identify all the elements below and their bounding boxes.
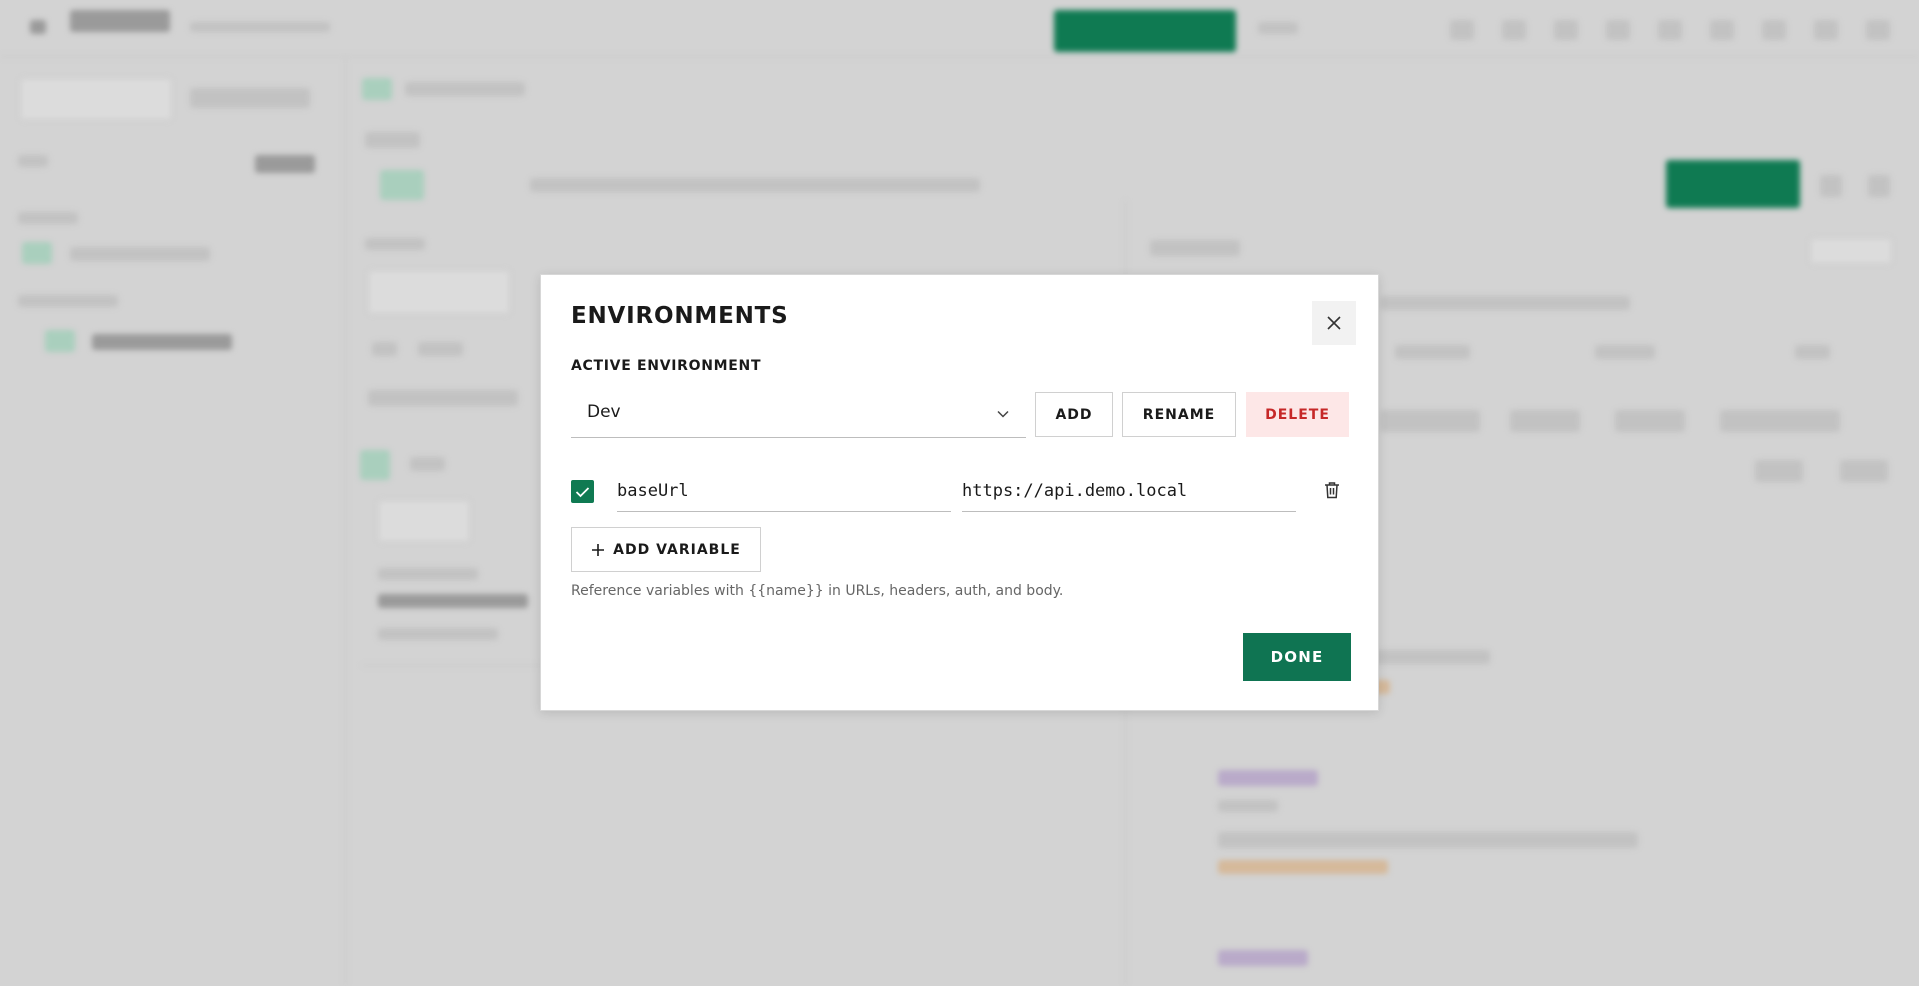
bg-toolbar-icon <box>1554 20 1578 40</box>
bg-label <box>18 295 118 307</box>
bg-badge <box>1810 238 1892 264</box>
bg-toolbar-icon <box>1606 20 1630 40</box>
bg-label <box>1258 22 1298 34</box>
bg-button <box>378 500 470 542</box>
bg-request-title <box>405 82 525 96</box>
bg-sidebar-tab <box>20 78 172 120</box>
bg-label <box>365 132 420 148</box>
bg-badge <box>22 242 52 264</box>
bg-header-divider <box>0 56 1919 57</box>
delete-variable-button[interactable] <box>1317 474 1347 506</box>
bg-item <box>70 247 210 261</box>
check-icon <box>575 486 590 497</box>
bg-sidebar-divider <box>345 56 346 986</box>
bg-toolbar-icon <box>1658 20 1682 40</box>
bg-toolbar-icon <box>1762 20 1786 40</box>
bg-label <box>418 342 463 356</box>
bg-sidebar-tab <box>190 88 310 108</box>
bg-checkbox <box>360 450 390 480</box>
bg-label <box>378 628 498 640</box>
bg-code-line <box>1218 770 1318 786</box>
selected-environment: Dev <box>587 402 621 422</box>
bg-code-line <box>1218 860 1388 874</box>
dialog-title: ENVIRONMENTS <box>571 303 789 329</box>
bg-chip <box>1720 410 1840 432</box>
bg-label <box>368 390 518 406</box>
active-environment-label: ACTIVE ENVIRONMENT <box>571 358 762 374</box>
bg-label <box>365 238 425 250</box>
bg-small-button <box>1755 460 1803 482</box>
add-variable-button[interactable]: ADD VARIABLE <box>571 527 761 572</box>
bg-toolbar-icon <box>1814 20 1838 40</box>
environments-dialog: ENVIRONMENTS ACTIVE ENVIRONMENT Dev ADD … <box>540 274 1379 711</box>
bg-toolbar-icon <box>1502 20 1526 40</box>
bg-chip <box>1615 410 1685 432</box>
done-button[interactable]: DONE <box>1243 633 1351 681</box>
close-button[interactable] <box>1312 301 1356 345</box>
add-environment-button[interactable]: ADD <box>1035 392 1113 437</box>
bg-method <box>380 170 424 200</box>
bg-send-button <box>1666 160 1800 208</box>
bg-label <box>1380 296 1630 310</box>
plus-icon <box>592 543 605 556</box>
chevron-down-icon <box>997 410 1009 418</box>
bg-toolbar-icon <box>1450 20 1474 40</box>
bg-url <box>530 178 980 192</box>
bg-primary-button <box>1054 10 1236 52</box>
bg-code-line <box>1218 800 1278 812</box>
bg-badge <box>45 330 75 352</box>
add-variable-label: ADD VARIABLE <box>613 541 741 558</box>
variable-enabled-checkbox[interactable] <box>571 480 594 503</box>
bg-toolbar-icon <box>1710 20 1734 40</box>
bg-toolbar-icon <box>1866 20 1890 40</box>
bg-badge <box>362 78 392 100</box>
variable-name-input[interactable] <box>617 470 951 512</box>
bg-label <box>18 212 78 224</box>
bg-label <box>1395 345 1470 359</box>
bg-chip <box>1380 410 1480 432</box>
variable-value-input[interactable] <box>962 470 1296 512</box>
bg-label <box>1795 345 1830 359</box>
bg-label <box>1150 240 1240 256</box>
bg-code-line <box>1218 950 1308 966</box>
bg-icon <box>1868 175 1890 197</box>
bg-tab <box>368 270 510 314</box>
bg-chip <box>1510 410 1580 432</box>
bg-small-button <box>1840 460 1888 482</box>
close-icon <box>1327 316 1341 330</box>
bg-code-line <box>1218 832 1638 848</box>
bg-label <box>18 155 48 167</box>
app-subtitle <box>190 22 330 32</box>
bg-label <box>372 342 397 356</box>
rename-environment-button[interactable]: RENAME <box>1122 392 1236 437</box>
bg-small-button <box>255 155 315 173</box>
variables-hint: Reference variables with {{name}} in URL… <box>571 583 1064 599</box>
trash-icon <box>1325 482 1339 499</box>
app-logo <box>70 10 170 32</box>
bg-label <box>378 594 528 608</box>
bg-label <box>378 568 478 580</box>
bg-item <box>92 334 232 350</box>
bg-icon <box>1820 175 1842 197</box>
environment-select[interactable]: Dev <box>571 392 1026 438</box>
menu-icon <box>30 20 46 34</box>
bg-label <box>410 457 445 471</box>
delete-environment-button[interactable]: DELETE <box>1246 392 1349 437</box>
bg-label <box>1595 345 1655 359</box>
